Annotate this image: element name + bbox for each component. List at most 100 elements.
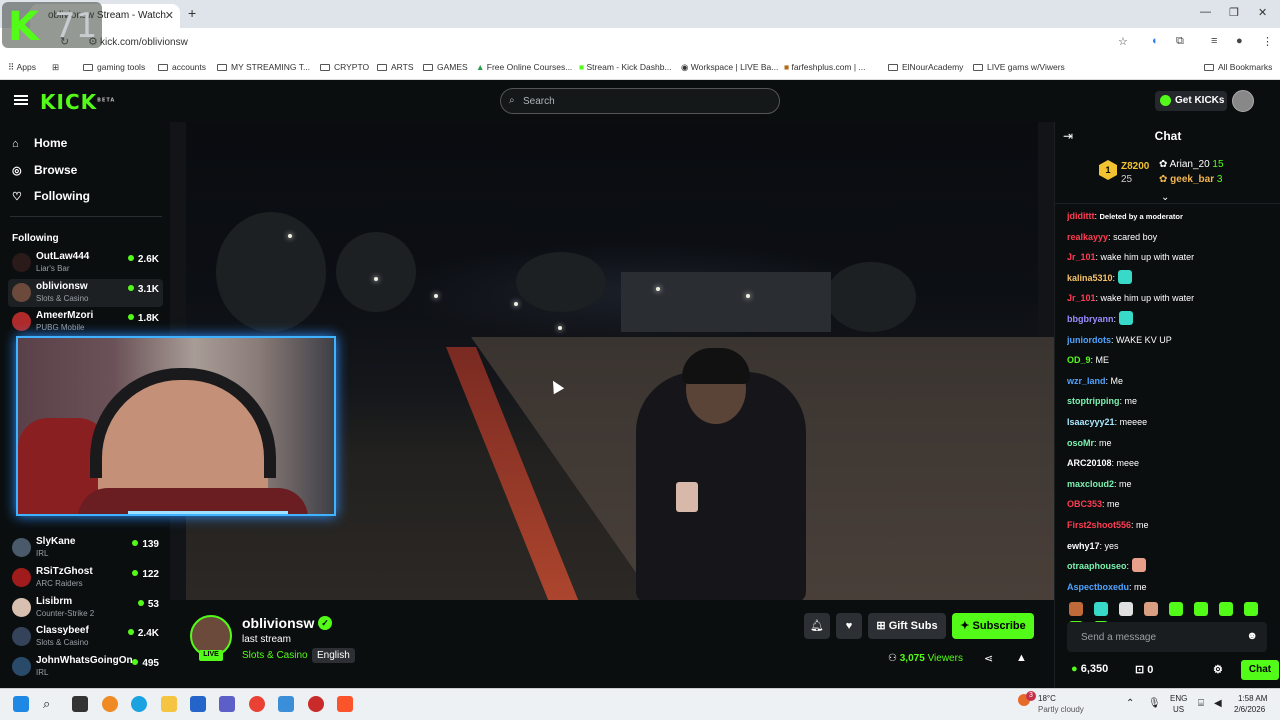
chat-input[interactable]: Send a message ☻: [1067, 622, 1267, 652]
chat-settings-icon[interactable]: ⚙: [1213, 663, 1223, 676]
bookmark-apps[interactable]: ⠿ Apps: [8, 62, 36, 73]
chat-username[interactable]: juniordots: [1067, 335, 1111, 345]
stream-category[interactable]: Slots & Casino: [242, 650, 308, 661]
chat-username[interactable]: wzr_land: [1067, 376, 1106, 386]
kick-logo[interactable]: KICKBETA: [40, 90, 115, 114]
apps-menu-icon[interactable]: ⊞: [52, 62, 59, 73]
chat-username[interactable]: Aspectboxedu: [1067, 582, 1129, 592]
chat-send-button[interactable]: Chat: [1241, 660, 1279, 680]
windows-start-icon[interactable]: [13, 696, 29, 712]
minimize-icon[interactable]: —: [1200, 6, 1211, 18]
tab-close-icon[interactable]: ✕: [165, 9, 174, 22]
url-field[interactable]: kick.com/oblivionsw: [100, 33, 1140, 52]
gift-subs-button[interactable]: ⊞ Gift Subs: [868, 613, 946, 639]
emote-icon[interactable]: [1118, 602, 1133, 616]
bookmark-all[interactable]: All Bookmarks: [1204, 62, 1272, 72]
sidebar-channel[interactable]: RSiTzGhost ARC Raiders 122: [8, 564, 163, 592]
chat-username[interactable]: otraaphouseo: [1067, 561, 1127, 571]
bookmark-streaming[interactable]: MY STREAMING T...: [217, 62, 310, 72]
chat-username[interactable]: OBC353: [1067, 499, 1102, 509]
weather-desc[interactable]: Partly cloudy: [1038, 705, 1084, 714]
emote-icon[interactable]: [1069, 602, 1083, 616]
emoji-icon[interactable]: ☻: [1246, 630, 1258, 642]
search-input[interactable]: ⌕ Search: [500, 88, 780, 114]
sidebar-channel[interactable]: Lisibrm Counter-Strike 2 53: [8, 594, 163, 622]
bookmark-kick-dashboard[interactable]: ■ Stream - Kick Dashb...: [579, 62, 672, 72]
chat-emote-icon[interactable]: [1118, 310, 1133, 325]
browser-menu-icon[interactable]: ⋮: [1262, 35, 1273, 48]
sidebar-channel[interactable]: Classybeef Slots & Casino 2.4K: [8, 623, 163, 651]
share-icon[interactable]: ⋖: [984, 652, 993, 665]
chat-username[interactable]: realkayyy: [1067, 232, 1108, 242]
emote-icon[interactable]: [1193, 602, 1208, 616]
bookmark-live-games[interactable]: LIVE gams w/Viwers: [973, 62, 1065, 72]
chat-username[interactable]: stoptripping: [1067, 396, 1120, 406]
chat-username[interactable]: jdidittt: [1067, 211, 1095, 221]
chat-username[interactable]: Jr_101: [1067, 293, 1096, 303]
network-icon[interactable]: ⌸: [1198, 698, 1204, 709]
chat-username[interactable]: OD_9: [1067, 355, 1091, 365]
bookmark-gaming-tools[interactable]: gaming tools: [83, 62, 145, 72]
keyboard-lang[interactable]: ENG: [1170, 694, 1187, 703]
user-avatar[interactable]: [1232, 90, 1254, 112]
chat-username[interactable]: ewhy17: [1067, 541, 1100, 551]
app-icon[interactable]: [308, 696, 324, 712]
sidebar-channel[interactable]: SlyKane IRL 139: [8, 534, 163, 562]
bookmark-free-courses[interactable]: ▲ Free Online Courses...: [476, 62, 572, 72]
emote-icon[interactable]: [1143, 602, 1158, 616]
chat-username[interactable]: kalina5310: [1067, 273, 1113, 283]
points-balance[interactable]: ⊡ 0: [1135, 663, 1153, 676]
chat-username[interactable]: ARC20108: [1067, 458, 1112, 468]
new-tab-icon[interactable]: +: [188, 5, 196, 21]
volume-icon[interactable]: ◀: [1214, 698, 1222, 709]
sidebar-item-following[interactable]: ♡ Following: [12, 189, 90, 203]
chat-emote-icon[interactable]: [1117, 269, 1132, 284]
emote-icon[interactable]: [1168, 602, 1183, 616]
file-explorer-icon[interactable]: [161, 696, 177, 712]
bookmark-arts[interactable]: ARTS: [377, 62, 414, 72]
bookmark-accounts[interactable]: accounts: [158, 62, 206, 72]
search-icon[interactable]: ⌕: [43, 696, 59, 712]
chat-username[interactable]: Jr_101: [1067, 252, 1096, 262]
emote-icon[interactable]: [1243, 602, 1258, 616]
language-tag[interactable]: English: [312, 648, 355, 663]
weather-temp[interactable]: 18°C: [1038, 694, 1056, 703]
expand-chevron-icon[interactable]: ⌄: [1161, 192, 1169, 203]
extension-icon[interactable]: ◐: [1152, 35, 1159, 47]
store-icon[interactable]: [190, 696, 206, 712]
bookmark-crypto[interactable]: CRYPTO: [320, 62, 369, 72]
restore-icon[interactable]: ❐: [1229, 6, 1239, 19]
keyboard-region[interactable]: US: [1173, 705, 1184, 714]
bookmark-games[interactable]: GAMES: [423, 62, 468, 72]
chat-username[interactable]: bbgbryann: [1067, 314, 1114, 324]
chat-username[interactable]: Isaacyyy21: [1067, 417, 1115, 427]
copilot-icon[interactable]: [102, 696, 118, 712]
task-view-icon[interactable]: [72, 696, 88, 712]
sidebar-channel[interactable]: JohnWhatsGoingOn IRL 495: [8, 653, 163, 681]
kicks-balance[interactable]: ● 6,350: [1071, 663, 1108, 675]
streamer-name[interactable]: oblivionsw: [242, 615, 314, 631]
window-close-icon[interactable]: ✕: [1258, 6, 1267, 19]
menu-hamburger-icon[interactable]: [14, 95, 28, 105]
edge-icon[interactable]: [131, 696, 147, 712]
clock-time[interactable]: 1:58 AM: [1238, 694, 1267, 703]
chrome-icon[interactable]: [249, 696, 265, 712]
sidebar-channel[interactable]: oblivionsw Slots & Casino 3.1K: [8, 279, 163, 307]
chat-username[interactable]: First2shoot556: [1067, 520, 1131, 530]
chat-emote-icon[interactable]: [1131, 558, 1146, 573]
extensions-puzzle-icon[interactable]: ⧉: [1176, 35, 1184, 48]
mail-icon[interactable]: [278, 696, 294, 712]
clock-date[interactable]: 2/6/2026: [1234, 705, 1265, 714]
media-control-icon[interactable]: ≡: [1211, 35, 1217, 47]
teams-icon[interactable]: [219, 696, 235, 712]
tray-chevron-icon[interactable]: ⌃: [1126, 698, 1134, 709]
get-kicks-button[interactable]: Get KICKs: [1155, 91, 1227, 111]
report-warning-icon[interactable]: ▲: [1016, 652, 1027, 664]
subscribe-button[interactable]: ✦ Subscribe: [952, 613, 1034, 639]
chat-username[interactable]: osoMr: [1067, 438, 1094, 448]
chat-username[interactable]: maxcloud2: [1067, 479, 1114, 489]
follow-heart-icon[interactable]: ♥: [836, 613, 862, 639]
sidebar-item-browse[interactable]: ◎ Browse: [12, 163, 77, 177]
profile-icon[interactable]: ●: [1236, 35, 1243, 47]
notification-bell-icon[interactable]: 🔔︎: [804, 613, 830, 639]
